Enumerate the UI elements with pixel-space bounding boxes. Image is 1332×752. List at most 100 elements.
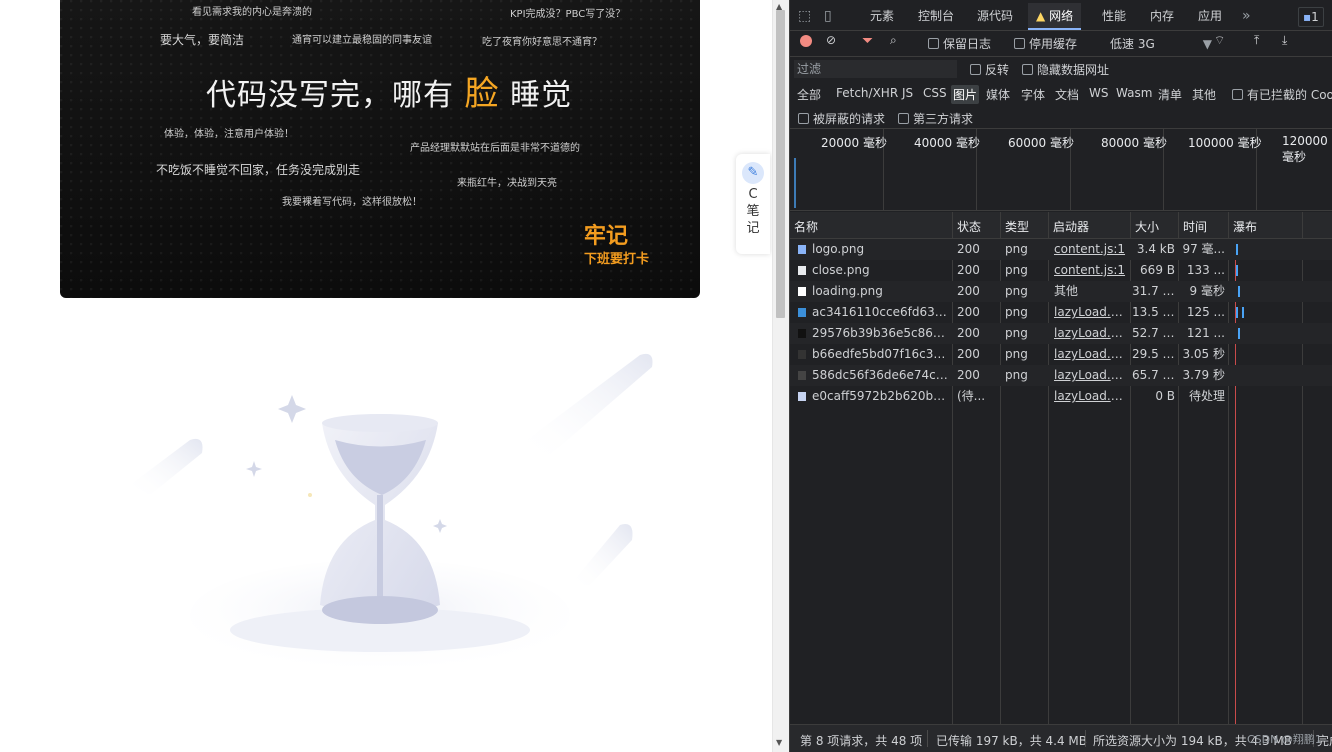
- type-filter-img[interactable]: 图片: [951, 85, 980, 104]
- network-conditions-icon[interactable]: ⌔: [1214, 33, 1225, 48]
- scrollbar-thumb[interactable]: [776, 10, 785, 318]
- table-row[interactable]: 29576b39b36e5c8681e... 200 png lazyLoad.…: [790, 323, 1332, 344]
- banner-line: 不吃饭不睡觉不回家，任务没完成别走: [156, 163, 361, 177]
- table-row[interactable]: close.png 200 png content.js:1 669 B 133…: [790, 260, 1332, 281]
- column-waterfall[interactable]: 瀑布: [1233, 218, 1257, 235]
- warning-icon: ▲: [1036, 9, 1046, 23]
- column-time[interactable]: 时间: [1183, 218, 1207, 235]
- message-icon: ▪: [1303, 10, 1312, 24]
- request-initiator[interactable]: lazyLoad.ts:...: [1054, 386, 1126, 407]
- image-file-icon: [798, 350, 806, 359]
- request-initiator[interactable]: lazyLoad.ts:...: [1054, 344, 1126, 365]
- overview-tick: 40000 毫秒: [914, 136, 980, 150]
- issues-counter[interactable]: ▪1: [1298, 7, 1324, 27]
- column-status[interactable]: 状态: [957, 218, 981, 235]
- request-name: 29576b39b36e5c8681e...: [798, 323, 950, 344]
- request-name: 586dc56f36de6e74c6a...: [798, 365, 950, 386]
- search-icon[interactable]: ⌕: [890, 33, 897, 48]
- type-filter-all[interactable]: 全部: [795, 85, 823, 104]
- table-row[interactable]: loading.png 200 png 其他 31.7 kB 9 毫秒: [790, 281, 1332, 302]
- tab-application[interactable]: 应用: [1198, 3, 1222, 30]
- table-row[interactable]: e0caff5972b2b620b0a... (待... lazyLoad.ts…: [790, 386, 1332, 407]
- banner-line: 来瓶红牛，决战到天亮: [457, 178, 557, 189]
- request-initiator[interactable]: content.js:1: [1054, 260, 1126, 281]
- table-row[interactable]: b66edfe5bd07f16c324... 200 png lazyLoad.…: [790, 344, 1332, 365]
- notes-side-panel[interactable]: ✎ C 笔 记: [736, 154, 770, 254]
- network-overview-timeline[interactable]: 20000 毫秒 40000 毫秒 60000 毫秒 80000 毫秒 1000…: [790, 128, 1332, 211]
- type-filter-fetch-xhr[interactable]: Fetch/XHR: [834, 85, 900, 101]
- seal-subtitle: 下班要打卡: [584, 252, 650, 267]
- inspect-element-icon[interactable]: ⬚: [798, 3, 811, 30]
- device-toolbar-icon[interactable]: ▯: [824, 3, 832, 30]
- blocked-cookies-checkbox[interactable]: 有已拦截的 Coo: [1232, 86, 1332, 103]
- hide-data-urls-checkbox[interactable]: 隐藏数据网址: [1022, 61, 1109, 78]
- invert-checkbox[interactable]: 反转: [970, 61, 1009, 78]
- banner-line: 我要裸着写代码，这样很放松！: [282, 197, 422, 208]
- type-filter-ws[interactable]: WS: [1087, 85, 1110, 101]
- type-filter-manifest[interactable]: 清单: [1156, 85, 1184, 104]
- banner-line: 产品经理默默站在后面是非常不道德的: [410, 143, 580, 154]
- image-file-icon: [798, 287, 806, 296]
- table-row[interactable]: 586dc56f36de6e74c6a... 200 png lazyLoad.…: [790, 365, 1332, 386]
- note-icon: ✎: [742, 162, 764, 184]
- filter-input[interactable]: 过滤: [794, 60, 957, 78]
- import-har-icon[interactable]: ⤒: [1254, 33, 1259, 48]
- column-initiator[interactable]: 启动器: [1053, 218, 1089, 235]
- banner-line: 要大气，要简洁: [160, 33, 245, 47]
- export-har-icon[interactable]: ⤓: [1282, 33, 1287, 48]
- tab-sources[interactable]: 源代码: [977, 3, 1013, 30]
- disable-cache-checkbox[interactable]: 停用缓存: [1014, 35, 1077, 52]
- type-filter-css[interactable]: CSS: [921, 85, 949, 101]
- request-initiator[interactable]: 其他: [1054, 281, 1126, 302]
- more-tabs-icon[interactable]: »: [1242, 3, 1251, 30]
- request-size: 29.5 kB: [1132, 347, 1175, 361]
- request-initiator[interactable]: lazyLoad.ts:...: [1054, 323, 1126, 344]
- request-type: png: [1005, 347, 1028, 361]
- request-initiator[interactable]: lazyLoad.ts:...: [1054, 365, 1126, 386]
- scroll-down-arrow-icon[interactable]: ▼: [776, 738, 782, 747]
- tab-performance[interactable]: 性能: [1102, 3, 1126, 30]
- third-party-checkbox[interactable]: 第三方请求: [898, 110, 973, 127]
- request-size: 0 B: [1155, 389, 1175, 403]
- request-size: 3.4 kB: [1136, 242, 1175, 256]
- type-filter-media[interactable]: 媒体: [984, 85, 1012, 104]
- type-filter-doc[interactable]: 文档: [1053, 85, 1081, 104]
- record-button[interactable]: [800, 35, 812, 47]
- table-row[interactable]: ac3416110cce6fd635d... 200 png lazyLoad.…: [790, 302, 1332, 323]
- table-row[interactable]: logo.png 200 png content.js:1 3.4 kB 97 …: [790, 239, 1332, 260]
- seal-title: 牢记: [584, 224, 629, 249]
- tab-console[interactable]: 控制台: [918, 3, 954, 30]
- throttling-select[interactable]: 低速 3G ▼: [1110, 35, 1212, 52]
- waterfall-bar: [1238, 286, 1240, 297]
- devtools-tab-bar: ⬚ ▯ 元素 控制台 源代码 ▲ 网络 性能 内存 应用 » ▪1: [790, 3, 1332, 31]
- type-filter-wasm[interactable]: Wasm: [1114, 85, 1154, 101]
- request-name: ac3416110cce6fd635d...: [798, 302, 950, 323]
- column-type[interactable]: 类型: [1005, 218, 1029, 235]
- blocked-requests-checkbox[interactable]: 被屏蔽的请求: [798, 110, 885, 127]
- type-filter-font[interactable]: 字体: [1019, 85, 1047, 104]
- tab-memory[interactable]: 内存: [1150, 3, 1174, 30]
- clear-icon[interactable]: ⊘: [826, 33, 836, 47]
- page-scrollbar[interactable]: ▲ ▼: [772, 0, 789, 752]
- filter-icon[interactable]: ⏷: [862, 33, 873, 49]
- request-status: 200: [957, 242, 980, 256]
- type-filter-js[interactable]: JS: [900, 85, 915, 101]
- request-status: (待...: [957, 389, 986, 403]
- request-initiator[interactable]: content.js:1: [1054, 239, 1126, 260]
- requests-table-header: 名称 状态 类型 启动器 大小 时间 瀑布: [790, 212, 1332, 239]
- request-time: 97 毫...: [1182, 242, 1225, 256]
- column-size[interactable]: 大小: [1135, 218, 1159, 235]
- overview-tick: 60000 毫秒: [1008, 136, 1074, 150]
- request-time: 133 ...: [1186, 263, 1225, 277]
- type-filter-other[interactable]: 其他: [1190, 85, 1218, 104]
- tab-elements[interactable]: 元素: [870, 3, 894, 30]
- overview-tick: 100000 毫秒: [1188, 136, 1262, 150]
- tab-network[interactable]: ▲ 网络: [1028, 3, 1082, 30]
- column-name[interactable]: 名称: [794, 218, 818, 235]
- request-time: 3.05 秒: [1182, 347, 1225, 361]
- image-file-icon: [798, 392, 806, 401]
- request-time: 9 毫秒: [1189, 284, 1225, 298]
- request-initiator[interactable]: lazyLoad.ts:...: [1054, 302, 1126, 323]
- preserve-log-checkbox[interactable]: 保留日志: [928, 35, 991, 52]
- request-name: b66edfe5bd07f16c324...: [798, 344, 950, 365]
